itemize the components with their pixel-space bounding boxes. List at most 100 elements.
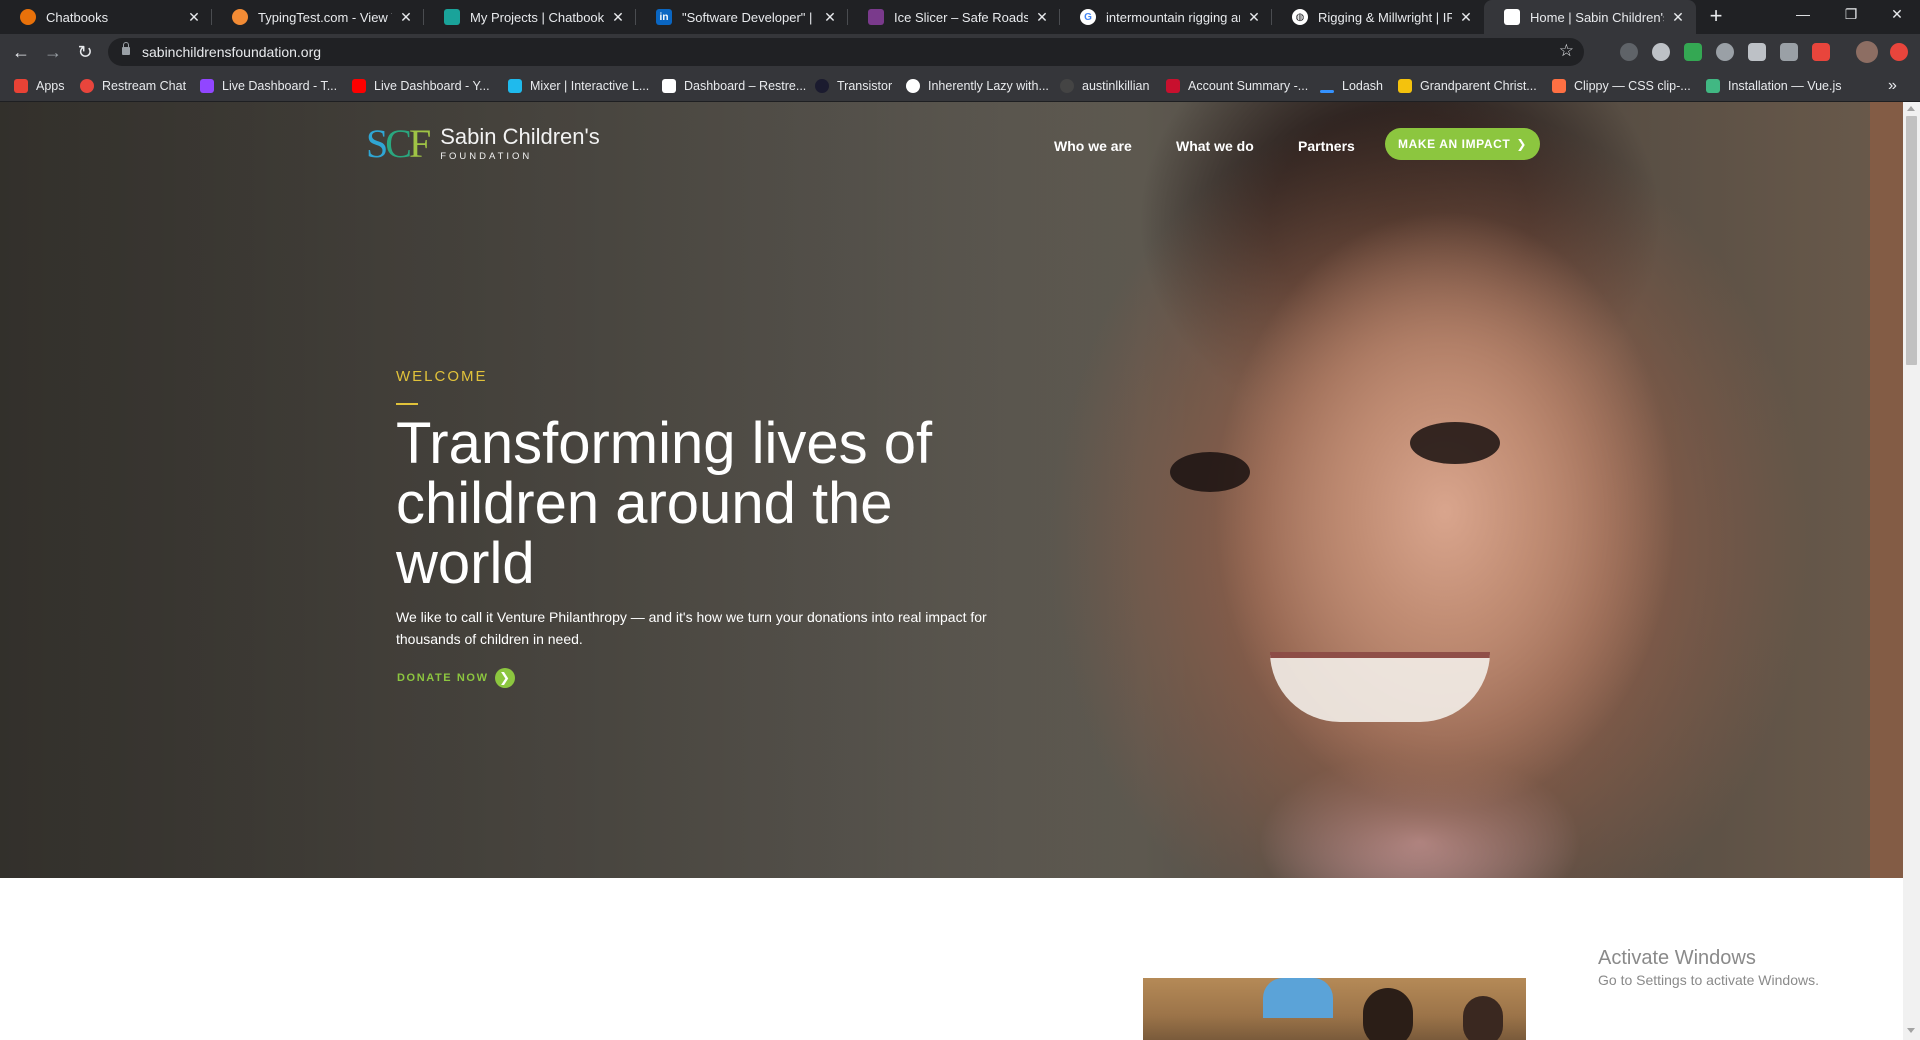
bookmark-label: austinlkillian (1082, 79, 1150, 93)
forward-arrow-icon[interactable]: → (41, 40, 65, 64)
scrollbar-thumb[interactable] (1906, 116, 1917, 365)
tab-sabin-active[interactable]: Home | Sabin Children's Fou ✕ (1484, 0, 1696, 34)
activate-subtitle: Go to Settings to activate Windows. (1598, 972, 1819, 988)
profile-avatar[interactable] (1856, 41, 1878, 63)
iceslicer-icon (868, 9, 884, 25)
bookmark-label: Clippy — CSS clip-... (1574, 79, 1691, 93)
close-icon[interactable]: ✕ (186, 9, 202, 26)
close-icon[interactable]: ✕ (1458, 9, 1474, 26)
apps-grid-icon (14, 79, 28, 93)
mixer-icon (508, 79, 522, 93)
extension-image-icon[interactable] (1780, 43, 1798, 61)
youtube-icon (352, 79, 366, 93)
activate-title: Activate Windows (1598, 947, 1756, 969)
bookmark-twitch-dashboard[interactable]: Live Dashboard - T... (200, 70, 337, 102)
bookmark-lodash[interactable]: Lodash (1320, 70, 1383, 102)
tab-label: Chatbooks (46, 9, 109, 25)
extension-v-icon[interactable] (1748, 43, 1766, 61)
donate-now-link[interactable]: DONATE NOW ❯ (397, 668, 515, 688)
tab-label: intermountain rigging and I (1106, 9, 1240, 25)
bookmark-mixer[interactable]: Mixer | Interactive L... (508, 70, 649, 102)
bookmark-label: Mixer | Interactive L... (530, 79, 650, 93)
restream-icon (80, 79, 94, 93)
close-window-button[interactable]: ✕ (1874, 0, 1920, 30)
nav-who-we-are[interactable]: Who we are (1054, 138, 1132, 154)
bookmark-label: Live Dashboard - Y... (374, 79, 490, 93)
extension-tag-icon[interactable] (1812, 43, 1830, 61)
tab-ice-slicer[interactable]: Ice Slicer – Safe Roads. Savi ✕ (848, 0, 1060, 34)
update-icon[interactable] (1890, 43, 1908, 61)
address-bar[interactable]: sabinchildrensfoundation.org ☆ (108, 38, 1584, 66)
windows-activation-watermark: Activate Windows Go to Settings to activ… (1598, 946, 1819, 990)
page-scrollbar[interactable] (1903, 102, 1920, 1040)
scroll-up-arrow-icon[interactable] (1907, 106, 1915, 111)
google-icon: G (1080, 9, 1096, 25)
extension-csv-icon[interactable] (1684, 43, 1702, 61)
tab-label: Rigging & Millwright | IRH (1318, 9, 1452, 25)
close-icon[interactable]: ✕ (1246, 9, 1262, 26)
bank-icon (1166, 79, 1180, 93)
bookmark-label: Transistor (837, 79, 893, 93)
close-icon[interactable]: ✕ (610, 9, 626, 26)
tab-irh[interactable]: ◍ Rigging & Millwright | IRH ✕ (1272, 0, 1484, 34)
nav-partners[interactable]: Partners (1298, 138, 1355, 154)
url-text[interactable]: sabinchildrensfoundation.org (142, 44, 321, 60)
bookmark-star-icon[interactable]: ☆ (1559, 41, 1574, 61)
nav-what-we-do[interactable]: What we do (1176, 138, 1254, 154)
transistor-icon (815, 79, 829, 93)
close-icon[interactable]: ✕ (1034, 9, 1050, 26)
bookmark-account-summary[interactable]: Account Summary -... (1166, 70, 1308, 102)
hero-lede: We like to call it Venture Philanthropy … (396, 609, 987, 647)
bookmark-apps[interactable]: Apps (14, 70, 65, 102)
hero-section: SCF Sabin Children's FOUNDATION Who we a… (0, 102, 1903, 878)
back-arrow-icon[interactable]: ← (9, 40, 33, 64)
eyebrow-divider (396, 403, 418, 405)
extension-github-icon[interactable] (1620, 43, 1638, 61)
linkedin-icon: in (656, 9, 672, 25)
reload-icon[interactable]: ↻ (73, 40, 97, 64)
bookmark-label: Account Summary -... (1188, 79, 1309, 93)
bookmark-restream-chat[interactable]: Restream Chat (80, 70, 186, 102)
chevron-right-icon: ❯ (1516, 137, 1528, 151)
extension-target-icon[interactable] (1716, 43, 1734, 61)
logo-name: Sabin Children's (440, 124, 600, 149)
tab-chatbooks[interactable]: Chatbooks ✕ (0, 0, 212, 34)
restore-button[interactable]: ❐ (1828, 0, 1874, 30)
bookmark-vue[interactable]: Installation — Vue.js (1706, 70, 1841, 102)
bookmark-clippy[interactable]: Clippy — CSS clip-... (1552, 70, 1691, 102)
close-icon[interactable]: ✕ (1670, 9, 1686, 26)
tab-google-search[interactable]: G intermountain rigging and I ✕ (1060, 0, 1272, 34)
browser-toolbar: ← → ↻ sabinchildrensfoundation.org ☆ (0, 34, 1920, 70)
tab-label: TypingTest.com - View Your (258, 9, 392, 25)
bookmark-github-profile[interactable]: austinlkillian (1060, 70, 1149, 102)
bookmark-label: Inherently Lazy with... (928, 79, 1049, 93)
minimize-button[interactable]: — (1780, 0, 1826, 30)
site-logo[interactable]: SCF Sabin Children's FOUNDATION (366, 124, 600, 164)
bookmark-restream-dashboard[interactable]: Dashboard – Restre... (662, 70, 806, 102)
close-icon[interactable]: ✕ (822, 9, 838, 26)
scf-logo-mark: SCF (366, 121, 431, 166)
bookmark-transistor[interactable]: Transistor (815, 70, 892, 102)
bookmark-label: Grandparent Christ... (1420, 79, 1537, 93)
doc-icon (1398, 79, 1412, 93)
new-tab-button[interactable]: + (1704, 5, 1728, 29)
browser-tab-strip: Chatbooks ✕ TypingTest.com - View Your ✕… (0, 0, 1920, 34)
arrow-circle-icon: ❯ (494, 668, 515, 688)
bookmark-label: Lodash (1342, 79, 1384, 93)
bookmark-youtube-dashboard[interactable]: Live Dashboard - Y... (352, 70, 490, 102)
bookmark-grandparent[interactable]: Grandparent Christ... (1398, 70, 1537, 102)
close-icon[interactable]: ✕ (398, 9, 414, 26)
tab-linkedin[interactable]: in "Software Developer" | Sear ✕ (636, 0, 848, 34)
bookmark-label: Installation — Vue.js (1728, 79, 1842, 93)
twitch-icon (200, 79, 214, 93)
tab-typingtest[interactable]: TypingTest.com - View Your ✕ (212, 0, 424, 34)
donate-now-label: DONATE NOW (397, 672, 489, 684)
extension-gear-icon[interactable] (1652, 43, 1670, 61)
more-bookmarks-chevron-icon[interactable]: » (1888, 70, 1897, 102)
scroll-down-arrow-icon[interactable] (1907, 1028, 1915, 1033)
tab-label: My Projects | Chatbooks (470, 9, 604, 25)
tab-my-projects[interactable]: My Projects | Chatbooks ✕ (424, 0, 636, 34)
make-an-impact-label: MAKE AN IMPACT (1397, 137, 1511, 151)
make-an-impact-button[interactable]: MAKE AN IMPACT ❯ (1385, 128, 1540, 160)
bookmark-inherently-lazy[interactable]: Inherently Lazy with... (906, 70, 1049, 102)
